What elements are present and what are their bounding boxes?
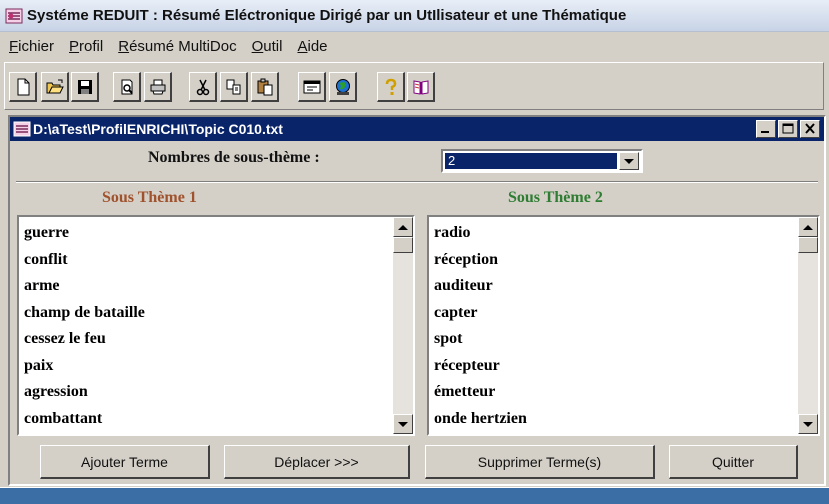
copy-icon (226, 79, 240, 94)
scroll-down-button[interactable] (798, 414, 818, 434)
topic-window: D:\aTest\ProfilENRICHI\Topic C010.txt No… (8, 115, 826, 486)
taskbar-strip (0, 487, 829, 504)
chevron-down-icon (398, 421, 408, 427)
quit-button[interactable]: Quitter (669, 445, 798, 479)
subtheme-2-scrollbar[interactable] (798, 217, 818, 434)
help-button[interactable] (377, 72, 405, 102)
maximize-button[interactable] (778, 120, 798, 138)
subtheme-1-scrollbar[interactable] (393, 217, 413, 434)
subtheme-2-items: radio réception auditeur capter spot réc… (432, 220, 796, 432)
list-item[interactable]: réception (432, 247, 796, 274)
save-icon (77, 79, 92, 94)
menu-fichier[interactable]: Fichier (0, 38, 60, 55)
list-item[interactable]: guerre (22, 220, 391, 247)
scroll-thumb[interactable] (393, 237, 413, 253)
add-term-button[interactable]: Ajouter Terme (40, 445, 210, 479)
open-button[interactable] (41, 72, 69, 102)
globe-button[interactable] (329, 72, 357, 102)
topic-window-title: D:\aTest\ProfilENRICHI\Topic C010.txt (33, 121, 283, 137)
app-title: Systéme REDUIT : Résumé Eléctronique Dir… (27, 7, 627, 24)
toolbar (4, 62, 824, 110)
list-item[interactable]: paix (22, 353, 391, 380)
subtheme-2-header: Sous Thème 2 (508, 189, 603, 206)
subtheme-2-list[interactable]: radio réception auditeur capter spot réc… (427, 215, 820, 436)
menu-resume-multidoc[interactable]: Résumé MultiDoc (109, 38, 242, 55)
save-button[interactable] (71, 72, 99, 102)
chevron-up-icon (803, 224, 813, 230)
cut-icon (196, 79, 209, 95)
subtheme-1-header: Sous Thème 1 (102, 189, 197, 206)
print-preview-button[interactable] (113, 72, 141, 102)
scroll-up-button[interactable] (393, 217, 413, 237)
list-item[interactable]: onde hertzien (432, 406, 796, 433)
dropdown-arrow-button[interactable] (619, 152, 639, 170)
list-item[interactable]: arme (22, 273, 391, 300)
list-item[interactable]: récepteur (432, 353, 796, 380)
new-button[interactable] (9, 72, 37, 102)
divider (16, 181, 818, 183)
document-window-icon (13, 121, 31, 137)
subtheme-count-label: Nombres de sous-thème : (148, 149, 320, 166)
print-icon (150, 79, 165, 94)
list-item[interactable]: auditeur (432, 273, 796, 300)
book-button[interactable] (407, 72, 435, 102)
copy-button[interactable] (220, 72, 248, 102)
window-icon (303, 80, 320, 93)
list-item[interactable]: émetteur (432, 379, 796, 406)
delete-terms-button[interactable]: Supprimer Terme(s) (425, 445, 655, 479)
print-button[interactable] (144, 72, 172, 102)
window-controls (756, 120, 820, 138)
subtheme-count-value: 2 (445, 153, 617, 169)
globe-icon (335, 78, 350, 95)
chevron-up-icon (398, 224, 408, 230)
close-icon (805, 123, 815, 134)
list-item[interactable]: spot (432, 326, 796, 353)
subtheme-1-items: guerre conflit arme champ de bataille ce… (22, 220, 391, 432)
list-item[interactable]: conflit (22, 247, 391, 274)
menu-bar: Fichier Profil Résumé MultiDoc Outil Aid… (0, 33, 829, 59)
chevron-down-icon (624, 158, 634, 164)
list-item[interactable]: agression (22, 379, 391, 406)
list-item[interactable]: cessez le feu (22, 326, 391, 353)
list-item[interactable]: combattant (22, 406, 391, 433)
scroll-up-button[interactable] (798, 217, 818, 237)
scroll-thumb[interactable] (798, 237, 818, 253)
list-item[interactable]: radio (432, 220, 796, 247)
app-window: Systéme REDUIT : Résumé Eléctronique Dir… (0, 0, 829, 504)
help-icon (385, 78, 396, 95)
menu-aide[interactable]: Aide (288, 38, 333, 55)
cut-button[interactable] (189, 72, 217, 102)
menu-profil[interactable]: Profil (60, 38, 109, 55)
app-titlebar[interactable]: Systéme REDUIT : Résumé Eléctronique Dir… (0, 0, 829, 32)
list-item[interactable]: capter (432, 300, 796, 327)
subtheme-1-list[interactable]: guerre conflit arme champ de bataille ce… (17, 215, 415, 436)
app-logo-icon (5, 8, 23, 23)
scroll-down-button[interactable] (393, 414, 413, 434)
maximize-icon (782, 123, 794, 134)
open-folder-icon (46, 79, 64, 93)
close-button[interactable] (800, 120, 820, 138)
chevron-down-icon (803, 421, 813, 427)
paste-button[interactable] (251, 72, 279, 102)
minimize-icon (761, 131, 769, 133)
paste-icon (257, 78, 272, 95)
window-button[interactable] (298, 72, 326, 102)
topic-window-titlebar[interactable]: D:\aTest\ProfilENRICHI\Topic C010.txt (10, 117, 824, 141)
menu-outil[interactable]: Outil (243, 38, 289, 55)
subtheme-count-select[interactable]: 2 (441, 149, 643, 173)
book-icon (413, 79, 428, 95)
minimize-button[interactable] (756, 120, 776, 138)
move-button[interactable]: Déplacer >>> (224, 445, 410, 479)
list-item[interactable]: champ de bataille (22, 300, 391, 327)
print-preview-icon (121, 79, 133, 94)
new-document-icon (17, 78, 29, 95)
